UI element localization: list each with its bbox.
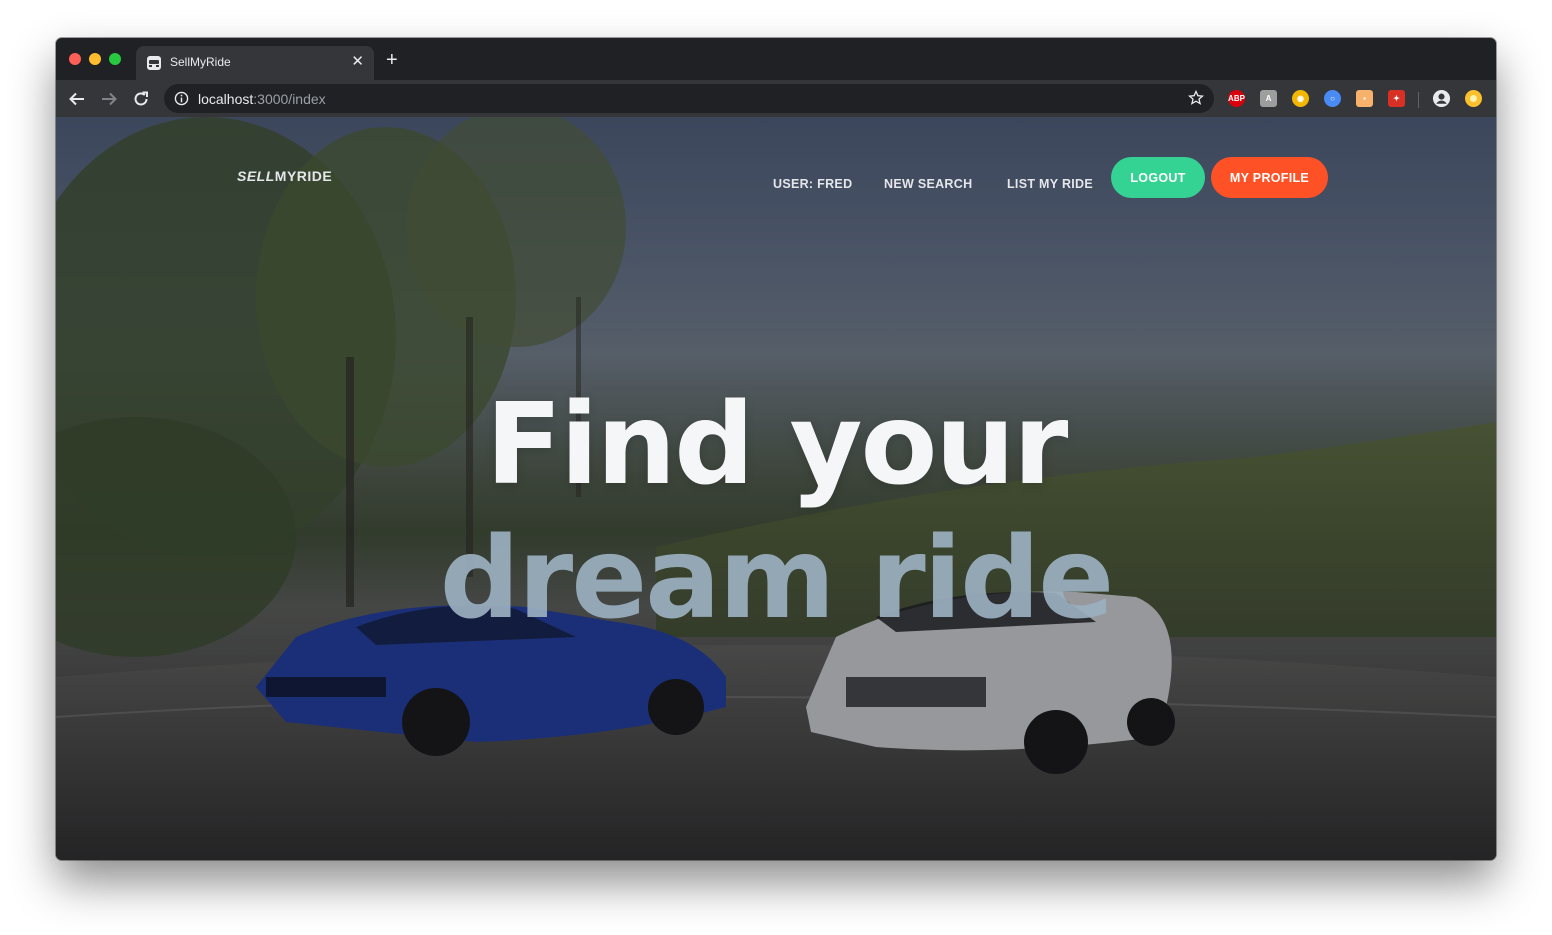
- reload-button[interactable]: [130, 88, 152, 110]
- car-icon: [147, 56, 161, 70]
- nav-list-my-ride[interactable]: LIST MY RIDE: [1007, 177, 1093, 191]
- profile-icon[interactable]: [1432, 89, 1451, 108]
- forward-button[interactable]: [98, 88, 120, 110]
- browser-window: SellMyRide ✕ + localhost:3000/index ABP …: [56, 38, 1496, 860]
- arrow-left-icon: [69, 92, 84, 106]
- bookmark-star-icon[interactable]: [1188, 90, 1204, 106]
- new-tab-button[interactable]: +: [386, 50, 398, 70]
- browser-toolbar: localhost:3000/index ABP A ◉ ○ ▪ ✦: [56, 80, 1496, 117]
- hero-heading-line1: Find your: [485, 380, 1069, 510]
- tab-title: SellMyRide: [170, 55, 231, 69]
- address-bar[interactable]: localhost:3000/index: [164, 84, 1214, 113]
- nav-user[interactable]: USER: FRED: [773, 177, 852, 191]
- extension-icon[interactable]: ▪: [1356, 90, 1373, 107]
- extension-icon[interactable]: ◉: [1292, 90, 1309, 107]
- browser-tab[interactable]: SellMyRide ✕: [136, 46, 374, 80]
- logout-button[interactable]: LOGOUT: [1111, 157, 1205, 198]
- close-tab-icon[interactable]: ✕: [351, 54, 364, 70]
- hero-heading-line2: dream ride: [439, 514, 1114, 644]
- nav-new-search[interactable]: NEW SEARCH: [884, 177, 972, 191]
- url-text[interactable]: localhost:3000/index: [198, 91, 326, 107]
- web-page: SELLMYRIDE USER: FRED NEW SEARCH LIST MY…: [56, 117, 1496, 860]
- url-host: localhost: [198, 91, 254, 107]
- close-window-button[interactable]: [69, 53, 81, 65]
- url-path: :3000/index: [253, 91, 326, 107]
- back-button[interactable]: [66, 88, 88, 110]
- extension-icon-inner: [1470, 95, 1477, 102]
- extension-icon[interactable]: ○: [1324, 90, 1341, 107]
- adblock-plus-icon[interactable]: ABP: [1228, 90, 1245, 107]
- info-icon[interactable]: [174, 91, 189, 106]
- extension-icon[interactable]: A: [1260, 90, 1277, 107]
- minimize-window-button[interactable]: [89, 53, 101, 65]
- extension-icon[interactable]: ✦: [1388, 90, 1405, 107]
- tab-strip: SellMyRide ✕ +: [56, 38, 1496, 80]
- my-profile-button[interactable]: MY PROFILE: [1211, 157, 1328, 198]
- brand-logo-part2: MYRIDE: [274, 168, 333, 184]
- brand-logo-part1: SELL: [237, 168, 275, 184]
- maximize-window-button[interactable]: [109, 53, 121, 65]
- extension-icon[interactable]: [1465, 90, 1482, 107]
- toolbar-divider: [1418, 92, 1419, 108]
- reload-icon: [134, 91, 148, 106]
- brand-logo[interactable]: SELLMYRIDE: [237, 168, 332, 184]
- arrow-right-icon: [102, 92, 117, 106]
